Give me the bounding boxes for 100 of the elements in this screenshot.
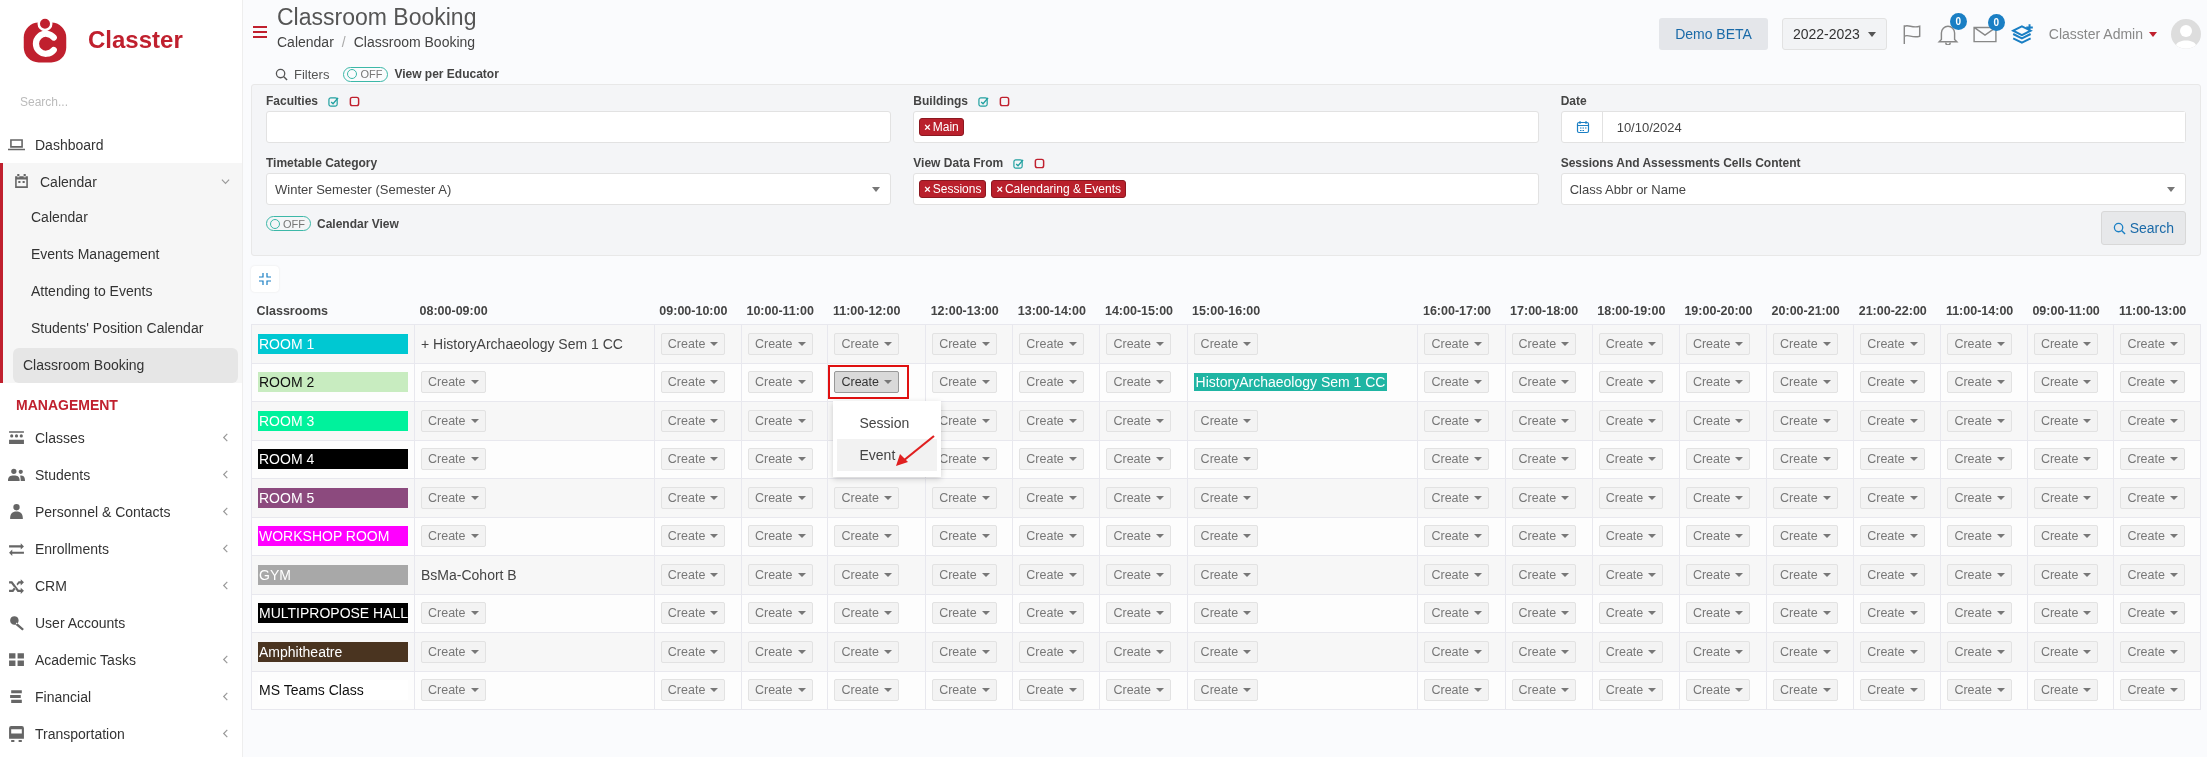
nav-item[interactable]: CRM (0, 567, 242, 604)
create-dropdown[interactable]: Create (1598, 409, 1664, 432)
create-dropdown[interactable]: Create (1947, 486, 2012, 509)
create-dropdown[interactable]: Create (2033, 563, 2099, 586)
create-dropdown[interactable]: Create (1685, 640, 1751, 663)
create-dropdown[interactable]: Create (2120, 525, 2185, 548)
create-dropdown[interactable]: Create (421, 409, 486, 432)
create-dropdown[interactable]: Create (932, 486, 997, 509)
create-dropdown[interactable]: Create (1773, 486, 1838, 509)
create-dropdown[interactable]: Create (1193, 332, 1259, 355)
create-dropdown[interactable]: Create (2033, 409, 2099, 432)
nav-item[interactable]: Classes (0, 419, 242, 456)
create-dropdown[interactable]: Create (1019, 525, 1084, 548)
create-dropdown[interactable]: Create (1019, 640, 1084, 663)
create-dropdown[interactable]: Create (1193, 448, 1259, 471)
create-dropdown[interactable]: Create (2033, 371, 2099, 394)
create-dropdown[interactable]: Create (932, 640, 997, 663)
create-dropdown[interactable]: Create (2120, 602, 2185, 625)
create-dropdown[interactable]: Create (747, 332, 813, 355)
create-dropdown[interactable]: Create (1773, 640, 1838, 663)
create-dropdown[interactable]: Create (932, 525, 997, 548)
create-dropdown[interactable]: Create (747, 563, 813, 586)
select-all-icon[interactable] (328, 95, 340, 107)
create-dropdown[interactable]: Create (1019, 409, 1084, 432)
create-dropdown[interactable]: Create (1511, 486, 1577, 509)
create-dropdown[interactable]: Create (1424, 640, 1489, 663)
nav-subitem[interactable]: Calendar (11, 200, 238, 235)
create-dropdown[interactable]: Create (1685, 409, 1751, 432)
nav-item[interactable]: Dashboard (0, 126, 242, 163)
search-button[interactable]: Search (2100, 211, 2186, 245)
create-dropdown[interactable]: Create (660, 448, 726, 471)
create-dropdown[interactable]: Create (2033, 679, 2099, 702)
create-dropdown[interactable]: Create (1860, 371, 1925, 394)
create-dropdown[interactable]: Create (1511, 448, 1577, 471)
create-dropdown[interactable]: Create (1947, 525, 2012, 548)
create-dropdown[interactable]: Create (1511, 640, 1577, 663)
create-dropdown[interactable]: Create (1019, 563, 1084, 586)
create-dropdown[interactable]: Create (834, 640, 899, 663)
create-dropdown[interactable]: Create (1947, 332, 2012, 355)
create-dropdown[interactable]: Create (421, 602, 486, 625)
collapse-button[interactable] (251, 266, 279, 292)
create-dropdown[interactable]: Create (1860, 679, 1925, 702)
create-dropdown[interactable]: Create (1860, 602, 1925, 625)
select-field[interactable]: Winter Semester (Semester A) (266, 173, 892, 205)
create-dropdown[interactable]: Create (660, 640, 726, 663)
create-dropdown[interactable]: Create (1106, 448, 1171, 471)
create-dropdown[interactable]: Create (421, 525, 486, 548)
create-dropdown[interactable]: Create (1773, 602, 1838, 625)
create-dropdown[interactable]: Create (1193, 563, 1259, 586)
create-dropdown[interactable]: Create (1685, 679, 1751, 702)
create-dropdown[interactable]: Create (1598, 332, 1664, 355)
selected-tag[interactable]: × Sessions (919, 180, 987, 198)
create-dropdown[interactable]: Create (1947, 448, 2012, 471)
create-dropdown[interactable]: Create (1860, 525, 1925, 548)
create-dropdown[interactable]: Create (834, 332, 899, 355)
create-dropdown[interactable]: Create (2120, 448, 2185, 471)
selected-tag[interactable]: × Main (919, 118, 964, 136)
create-dropdown[interactable]: Create (1947, 563, 2012, 586)
create-dropdown[interactable]: Create (2033, 448, 2099, 471)
create-dropdown[interactable]: Create (1598, 640, 1664, 663)
nav-subitem[interactable]: Events Management (11, 237, 238, 272)
create-dropdown[interactable]: Create (1106, 371, 1171, 394)
create-dropdown[interactable]: Create (1685, 371, 1751, 394)
create-dropdown[interactable]: Create (747, 602, 813, 625)
create-dropdown[interactable]: Create (1860, 563, 1925, 586)
create-dropdown[interactable]: Create (1019, 332, 1084, 355)
create-dropdown[interactable]: Create (1860, 640, 1925, 663)
create-dropdown[interactable]: Create (421, 640, 486, 663)
clear-selection-icon[interactable] (1034, 157, 1046, 169)
create-dropdown[interactable]: Create (2120, 409, 2185, 432)
create-dropdown[interactable]: Create (1511, 563, 1577, 586)
create-dropdown[interactable]: Create (660, 679, 726, 702)
create-dropdown[interactable]: Create (834, 563, 899, 586)
nav-subitem[interactable]: Students' Position Calendar (11, 311, 238, 346)
clear-selection-icon[interactable] (999, 95, 1010, 107)
create-dropdown[interactable]: Create (1860, 448, 1925, 471)
create-dropdown[interactable]: Create (1106, 332, 1171, 355)
create-dropdown[interactable]: Create (1598, 486, 1664, 509)
create-dropdown[interactable]: Create (1019, 448, 1084, 471)
create-dropdown[interactable]: Create (932, 371, 997, 394)
nav-item[interactable]: Transportation (0, 715, 242, 752)
create-dropdown[interactable]: Create (1511, 679, 1577, 702)
create-dropdown[interactable]: Create (834, 602, 899, 625)
create-dropdown[interactable]: Create (2120, 679, 2185, 702)
create-dropdown[interactable]: Create (1193, 602, 1259, 625)
create-dropdown[interactable]: Create (1860, 332, 1925, 355)
create-dropdown[interactable]: Create (1685, 448, 1751, 471)
clear-selection-icon[interactable] (349, 95, 361, 107)
create-dropdown[interactable]: Create (1685, 602, 1751, 625)
create-dropdown[interactable]: Create (1193, 486, 1259, 509)
select-all-icon[interactable] (1013, 157, 1025, 169)
create-dropdown[interactable]: Create (747, 486, 813, 509)
create-dropdown[interactable]: Create (1511, 332, 1577, 355)
breadcrumb-item[interactable]: Classroom Booking (353, 34, 476, 50)
create-dropdown[interactable]: Create (1947, 409, 2012, 432)
date-field[interactable]: 10/10/2024 (1601, 112, 2185, 142)
create-dropdown[interactable]: Create (660, 409, 726, 432)
create-dropdown[interactable]: Create (1860, 486, 1925, 509)
create-dropdown[interactable]: Create (1106, 525, 1171, 548)
filters-label[interactable]: Filters (294, 66, 330, 82)
